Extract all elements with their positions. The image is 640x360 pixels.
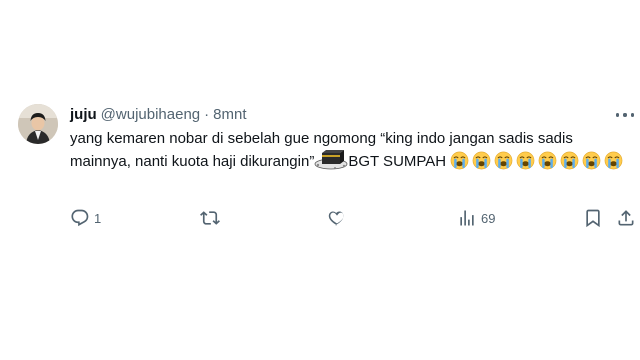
loudly-crying-face-emoji: [582, 151, 601, 170]
avatar[interactable]: [18, 104, 58, 144]
loudly-crying-face-emoji: [494, 151, 513, 170]
bookmark-button[interactable]: [583, 205, 603, 231]
more-icon[interactable]: [616, 106, 634, 124]
loudly-crying-face-emoji: [604, 151, 623, 170]
timestamp[interactable]: 8mnt: [213, 105, 246, 125]
reply-icon: [71, 209, 89, 227]
display-name[interactable]: juju: [70, 105, 97, 125]
like-icon: [328, 211, 344, 226]
loudly-crying-face-emoji: [516, 151, 535, 170]
tweet-text: yang kemaren nobar di sebelah gue ngomon…: [70, 128, 630, 172]
loudly-crying-face-emoji: [538, 151, 557, 170]
tweet-header: juju @wujubihaeng · 8mnt: [70, 105, 247, 125]
like-button[interactable]: [327, 205, 351, 231]
loudly-crying-face-emoji: [560, 151, 579, 170]
crying-emoji-row: [446, 151, 626, 170]
bookmark-icon: [586, 209, 600, 228]
repost-icon: [200, 211, 220, 225]
views-button[interactable]: 69: [457, 205, 495, 231]
views-count: 69: [481, 210, 496, 226]
loudly-crying-face-emoji: [472, 151, 491, 170]
kaaba-emoji: [314, 149, 348, 170]
share-button[interactable]: [616, 205, 636, 231]
views-icon: [460, 210, 474, 226]
repost-button[interactable]: [200, 205, 224, 231]
action-bar: 1 69: [70, 205, 636, 231]
reply-count: 1: [94, 210, 102, 226]
separator-dot: ·: [204, 106, 210, 123]
user-handle[interactable]: @wujubihaeng: [101, 105, 200, 125]
share-icon: [618, 210, 634, 226]
tweet-card[interactable]: juju @wujubihaeng · 8mnt yang kemaren no…: [0, 0, 640, 360]
reply-button[interactable]: 1: [70, 205, 101, 231]
tweet-text-shout: BGT SUMPAH: [348, 153, 447, 170]
loudly-crying-face-emoji: [450, 151, 469, 170]
